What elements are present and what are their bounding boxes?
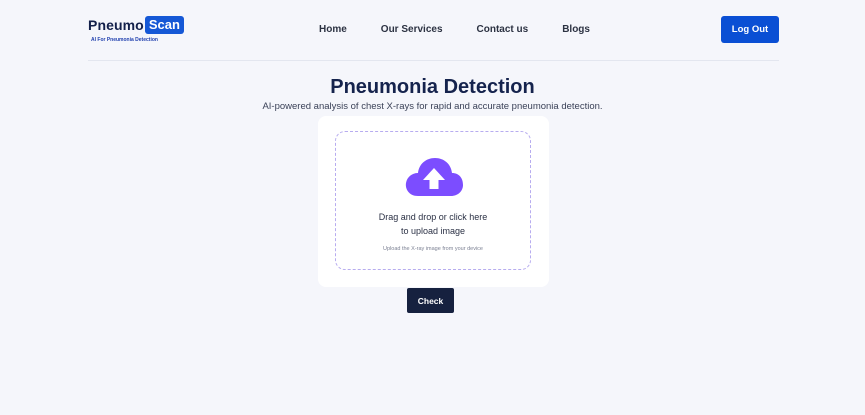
- upload-hint: Upload the X-ray image from your device: [383, 246, 483, 252]
- upload-instructions: Drag and drop or click here to upload im…: [336, 210, 530, 238]
- upload-dropzone[interactable]: Drag and drop or click here to upload im…: [335, 131, 531, 270]
- logo-text-pneumo: Pneumo: [88, 17, 144, 33]
- nav-contact-us[interactable]: Contact us: [477, 24, 529, 35]
- nav-blogs[interactable]: Blogs: [562, 24, 590, 35]
- page: Pneumo Scan AI For Pneumonia Detection H…: [0, 0, 865, 415]
- logo-text-scan: Scan: [144, 16, 184, 34]
- main-nav: Home Our Services Contact us Blogs: [319, 24, 624, 35]
- upload-line-1: Drag and drop or click here: [378, 212, 488, 222]
- logout-button[interactable]: Log Out: [721, 16, 779, 43]
- page-subtitle: AI-powered analysis of chest X-rays for …: [262, 101, 603, 112]
- cloud-upload-icon: [405, 158, 463, 196]
- nav-our-services[interactable]: Our Services: [381, 24, 443, 35]
- brand-logo[interactable]: Pneumo Scan AI For Pneumonia Detection: [88, 16, 184, 43]
- page-title: Pneumonia Detection: [330, 76, 535, 98]
- check-button[interactable]: Check: [407, 288, 454, 313]
- nav-home[interactable]: Home: [319, 24, 347, 35]
- header: Pneumo Scan AI For Pneumonia Detection H…: [88, 14, 779, 46]
- upload-line-2: to upload image: [400, 226, 466, 236]
- upload-card: Drag and drop or click here to upload im…: [318, 116, 549, 287]
- header-divider: [88, 60, 779, 61]
- logo-tagline: AI For Pneumonia Detection: [91, 37, 158, 43]
